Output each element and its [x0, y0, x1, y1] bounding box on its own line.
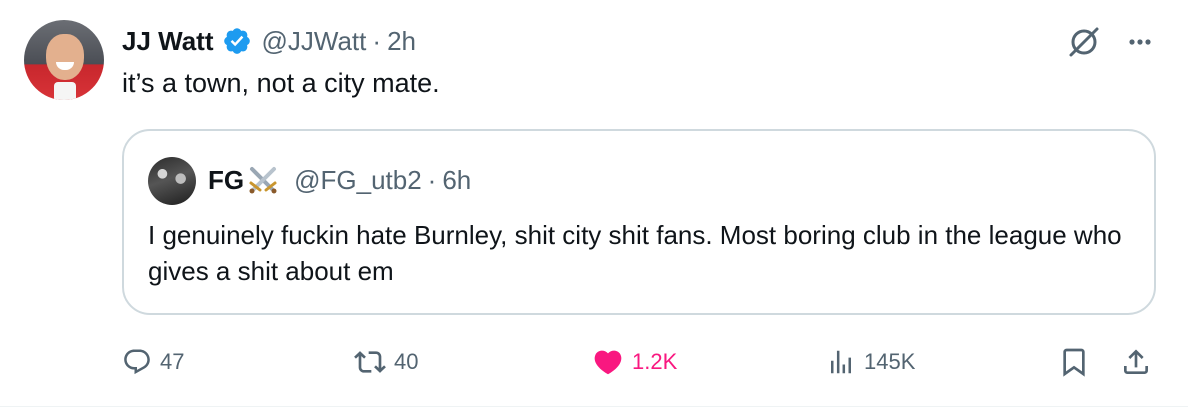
views-button[interactable]: 145K	[826, 340, 915, 384]
quoted-tweet-text: I genuinely fuckin hate Burnley, shit ci…	[148, 220, 1122, 286]
analytics-icon	[831, 350, 851, 374]
reply-button[interactable]: 47	[122, 340, 184, 384]
reply-icon	[124, 349, 150, 375]
tweet-timestamp[interactable]: 2h	[387, 26, 416, 57]
author-avatar[interactable]	[24, 20, 104, 100]
verified-badge-icon[interactable]	[222, 26, 252, 56]
author-handle[interactable]: @JJWatt	[262, 26, 367, 57]
quoted-author-display-name: FG	[208, 164, 245, 195]
reply-count: 47	[160, 349, 185, 374]
views-count: 145K	[864, 349, 916, 374]
share-icon	[1124, 349, 1148, 374]
separator-dot: ·	[372, 25, 382, 56]
author-display-name[interactable]: JJ Watt	[122, 26, 214, 57]
tweet-header: JJ Watt @JJWatt · 2h	[122, 24, 416, 58]
quoted-separator-dot: ·	[427, 164, 437, 195]
repost-count: 40	[394, 349, 419, 374]
share-button[interactable]	[1120, 340, 1152, 384]
like-button[interactable]: 1.2K	[592, 340, 677, 384]
repost-icon	[354, 351, 386, 373]
quoted-author-avatar[interactable]	[148, 157, 196, 205]
more-options-icon[interactable]	[1120, 22, 1160, 62]
repost-button[interactable]: 40	[354, 340, 418, 384]
grok-icon[interactable]	[1064, 22, 1104, 62]
quoted-author-handle: @FG_utb2	[294, 164, 422, 195]
tweet[interactable]: JJ Watt @JJWatt · 2h it’s a town, not a …	[0, 0, 1188, 418]
crossed-swords-icon	[246, 163, 280, 197]
action-bar: 47 40 1.2K 145K	[0, 340, 1188, 384]
bookmark-button[interactable]	[1058, 340, 1090, 384]
quoted-timestamp: 6h	[442, 164, 472, 195]
heart-filled-icon	[594, 350, 622, 375]
like-count: 1.2K	[632, 349, 678, 374]
avatar-collar	[54, 82, 76, 100]
bottom-divider	[0, 406, 1188, 407]
quoted-tweet[interactable]: FG @FG_utb2 · 6h I genuinely fuckin hate…	[122, 129, 1156, 315]
quoted-tweet-header: FG @FG_utb2 · 6h	[208, 163, 471, 197]
bookmark-icon	[1063, 348, 1085, 377]
tweet-text: it’s a town, not a city mate.	[122, 68, 440, 98]
avatar-face	[46, 34, 84, 80]
